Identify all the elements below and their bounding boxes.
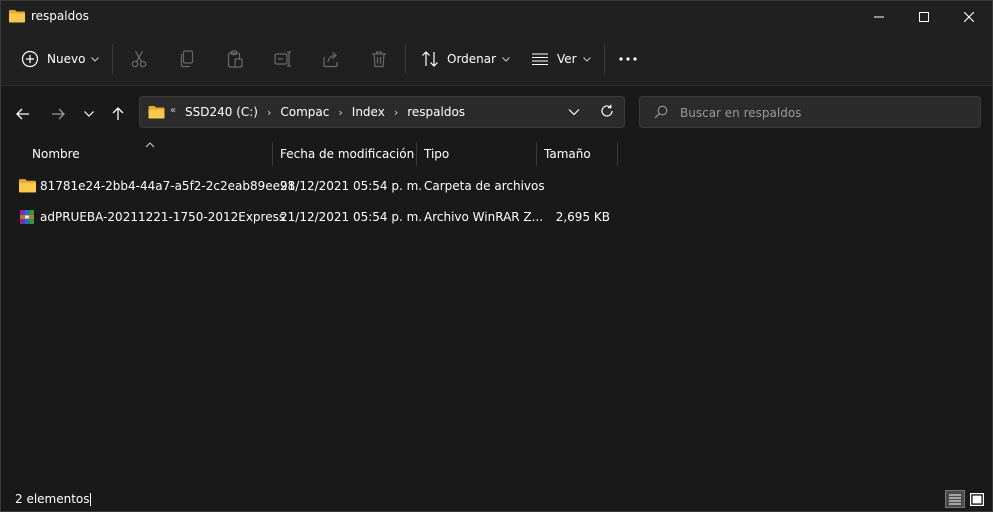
toolbar-divider xyxy=(112,44,113,74)
minimize-icon xyxy=(874,16,884,17)
title-bar[interactable]: respaldos xyxy=(1,1,992,32)
share-icon xyxy=(323,52,338,68)
breadcrumb-overflow[interactable]: « xyxy=(170,105,176,116)
file-row-archive[interactable]: adPRUEBA-20211221-1750-2012Express 21/12… xyxy=(1,203,992,233)
column-divider[interactable] xyxy=(416,142,417,166)
copy-icon xyxy=(180,50,194,68)
details-view-button[interactable] xyxy=(945,490,965,508)
folder-icon xyxy=(148,105,165,122)
chevron-right-icon[interactable]: › xyxy=(338,106,342,119)
details-view-icon xyxy=(949,493,961,505)
new-button[interactable]: Nuevo xyxy=(21,44,100,74)
clipboard-icon xyxy=(227,50,243,68)
close-icon xyxy=(964,11,974,22)
column-divider[interactable] xyxy=(272,142,273,166)
arrow-left-icon xyxy=(16,108,29,120)
up-button[interactable] xyxy=(105,101,131,127)
plus-circle-icon xyxy=(21,50,39,68)
share-button[interactable] xyxy=(319,46,343,72)
window-title: respaldos xyxy=(31,9,89,23)
status-bar: 2 elementos xyxy=(1,487,992,511)
command-bar: Nuevo Ordenar Ver xyxy=(1,32,992,86)
toolbar-divider xyxy=(405,44,406,74)
chevron-down-icon xyxy=(568,109,580,116)
file-name: adPRUEBA-20211221-1750-2012Express xyxy=(40,210,286,224)
file-type: Archivo WinRAR Z... xyxy=(424,210,544,224)
item-count: 2 elementos xyxy=(15,492,90,506)
copy-button[interactable] xyxy=(175,46,199,72)
column-header-type[interactable]: Tipo xyxy=(424,142,449,166)
large-icons-view-icon xyxy=(970,492,984,506)
chevron-right-icon[interactable]: › xyxy=(394,106,398,119)
more-icon xyxy=(619,57,637,61)
maximize-button[interactable] xyxy=(901,1,947,32)
file-type: Carpeta de archivos xyxy=(424,179,545,193)
column-header-name[interactable]: Nombre xyxy=(32,142,80,166)
view-lines-icon xyxy=(532,53,548,65)
folder-icon xyxy=(19,178,36,196)
column-header-modified[interactable]: Fecha de modificación xyxy=(280,142,414,166)
chevron-down-icon xyxy=(84,111,94,117)
sort-ascending-icon xyxy=(145,137,155,151)
arrow-right-icon xyxy=(52,108,65,120)
toolbar-divider xyxy=(604,44,605,74)
trash-icon xyxy=(372,51,386,68)
back-button[interactable] xyxy=(10,101,36,127)
file-row-folder[interactable]: 81781e24-2bb4-44a7-a5f2-2c2eab89ee98 21/… xyxy=(1,172,992,202)
new-button-label: Nuevo xyxy=(47,52,86,66)
more-options-button[interactable] xyxy=(616,46,640,72)
status-divider xyxy=(90,493,91,506)
view-button[interactable]: Ver xyxy=(531,44,591,74)
delete-button[interactable] xyxy=(367,46,391,72)
minimize-button[interactable] xyxy=(856,1,902,32)
large-icons-view-button[interactable] xyxy=(967,490,987,508)
forward-button[interactable] xyxy=(45,101,71,127)
navigation-bar: « SSD240 (C:) › Compac › Index › respald… xyxy=(1,86,992,140)
column-divider[interactable] xyxy=(617,142,618,166)
column-divider[interactable] xyxy=(536,142,537,166)
close-button[interactable] xyxy=(946,1,992,32)
recent-locations-button[interactable] xyxy=(76,101,102,127)
rename-button[interactable] xyxy=(271,46,295,72)
address-history-button[interactable] xyxy=(568,105,580,122)
chevron-down-icon xyxy=(582,56,591,62)
breadcrumb-item-respaldos[interactable]: respaldos xyxy=(407,105,465,119)
refresh-button[interactable] xyxy=(600,104,614,121)
breadcrumb-item-drive[interactable]: SSD240 (C:) xyxy=(185,105,258,119)
arrow-up-icon xyxy=(112,107,124,120)
chevron-down-icon xyxy=(502,56,510,62)
chevron-right-icon[interactable]: › xyxy=(267,106,271,119)
rename-icon xyxy=(274,51,291,67)
scissors-icon xyxy=(131,50,147,68)
cut-button[interactable] xyxy=(127,46,151,72)
file-modified: 21/12/2021 05:54 p. m. xyxy=(280,210,423,224)
view-button-label: Ver xyxy=(557,52,577,66)
file-explorer-window: respaldos Nuevo Ordenar Ver « SSD240 (C:… xyxy=(0,0,993,512)
refresh-icon xyxy=(601,104,613,117)
file-name: 81781e24-2bb4-44a7-a5f2-2c2eab89ee98 xyxy=(40,179,296,193)
breadcrumb-item-compac[interactable]: Compac xyxy=(280,105,329,119)
winrar-archive-icon xyxy=(19,209,35,228)
sort-icon xyxy=(422,51,438,67)
maximize-icon xyxy=(919,11,929,22)
file-modified: 21/12/2021 05:54 p. m. xyxy=(280,179,423,193)
address-bar[interactable]: « SSD240 (C:) › Compac › Index › respald… xyxy=(139,96,625,128)
sort-button[interactable]: Ordenar xyxy=(421,44,510,74)
chevron-down-icon xyxy=(91,56,100,62)
paste-button[interactable] xyxy=(223,46,247,72)
search-input[interactable] xyxy=(678,102,972,124)
breadcrumb-item-index[interactable]: Index xyxy=(352,105,385,119)
sort-button-label: Ordenar xyxy=(447,52,497,66)
search-icon xyxy=(654,105,668,122)
search-box[interactable] xyxy=(639,96,981,128)
file-size: 2,695 KB xyxy=(555,210,610,224)
breadcrumb: SSD240 (C:) › Compac › Index › respaldos xyxy=(185,105,465,119)
folder-icon xyxy=(9,9,25,23)
column-header-size[interactable]: Tamaño xyxy=(544,142,591,166)
